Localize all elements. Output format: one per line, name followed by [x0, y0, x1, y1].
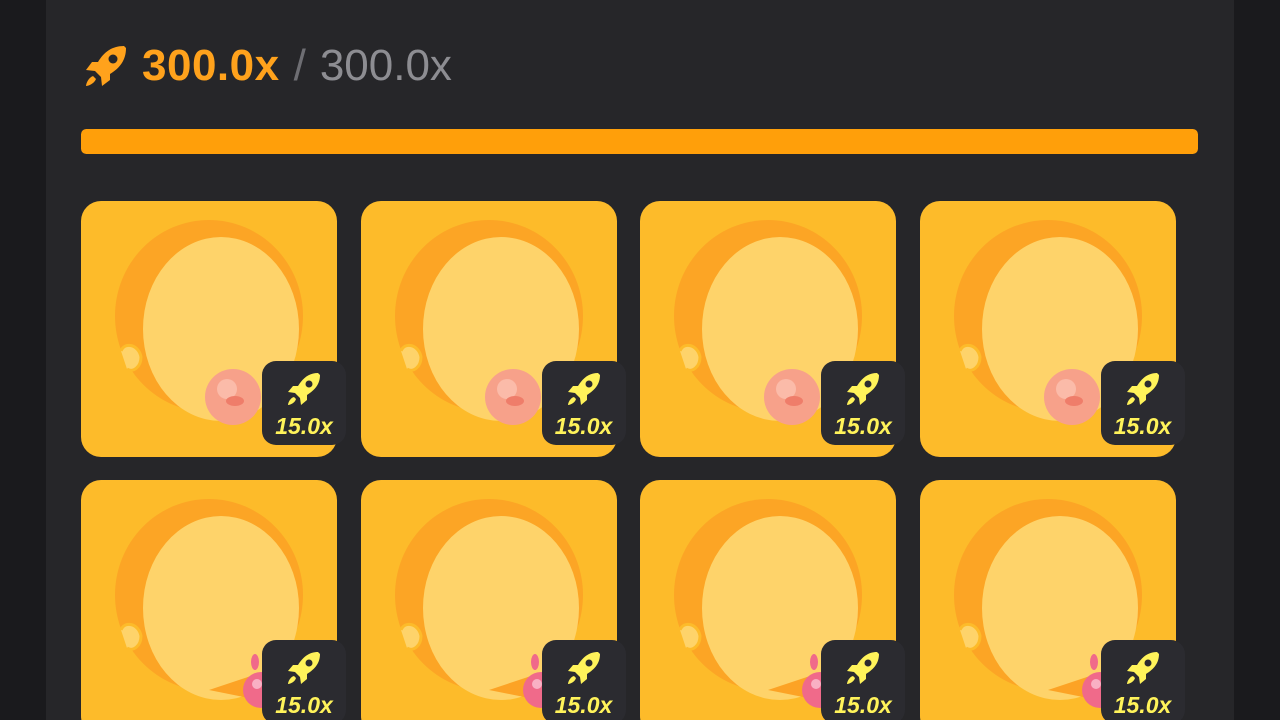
- card-grid: 15.0x 15.0x 15.0x 15.0x 15.0x 15.0x 15.0…: [81, 201, 1185, 720]
- rocket-icon: [1126, 373, 1159, 405]
- rocket-icon: [86, 46, 126, 86]
- badge-multiplier: 15.0x: [834, 413, 892, 439]
- multiplier-header: 300.0x / 300.0x: [80, 38, 452, 94]
- current-multiplier: 300.0x: [142, 41, 280, 90]
- reward-card[interactable]: 15.0x: [919, 201, 1185, 457]
- rocket-icon: [288, 652, 320, 684]
- badge-multiplier: 15.0x: [1113, 413, 1172, 439]
- multiplier-badge: 15.0x: [262, 640, 346, 720]
- progress-bar: [81, 129, 1198, 154]
- rocket-icon: [567, 652, 600, 684]
- reward-card[interactable]: 15.0x: [919, 480, 1185, 720]
- multiplier-badge: 15.0x: [821, 361, 905, 445]
- multiplier-badge: 15.0x: [541, 361, 626, 445]
- reward-card[interactable]: 15.0x: [360, 480, 626, 720]
- multiplier-badge: 15.0x: [541, 640, 626, 720]
- rocket-icon: [847, 373, 879, 405]
- rocket-icon: [1126, 652, 1159, 684]
- badge-multiplier: 15.0x: [834, 692, 892, 718]
- multiplier-badge: 15.0x: [262, 361, 346, 445]
- max-multiplier: 300.0x: [319, 41, 452, 90]
- rocket-icon: [847, 652, 879, 684]
- reward-card[interactable]: 15.0x: [360, 201, 626, 457]
- badge-multiplier: 15.0x: [1113, 692, 1172, 718]
- badge-multiplier: 15.0x: [554, 413, 613, 439]
- badge-multiplier: 15.0x: [275, 692, 333, 718]
- progress-fill: [81, 129, 1198, 154]
- rocket-icon: [567, 373, 600, 405]
- multiplier-badge: 15.0x: [1100, 640, 1185, 720]
- multiplier-badge: 15.0x: [1100, 361, 1185, 445]
- rocket-icon: [288, 373, 320, 405]
- badge-multiplier: 15.0x: [275, 413, 333, 439]
- reward-card[interactable]: 15.0x: [81, 201, 346, 457]
- reward-card[interactable]: 15.0x: [640, 201, 905, 457]
- multiplier-separator: /: [293, 41, 306, 90]
- reward-card[interactable]: 15.0x: [81, 480, 346, 720]
- reward-card[interactable]: 15.0x: [640, 480, 905, 720]
- game-panel: 300.0x / 300.0x 15.0x 15.0x 15.0x 15.0x …: [46, 0, 1234, 720]
- badge-multiplier: 15.0x: [554, 692, 613, 718]
- multiplier-badge: 15.0x: [821, 640, 905, 720]
